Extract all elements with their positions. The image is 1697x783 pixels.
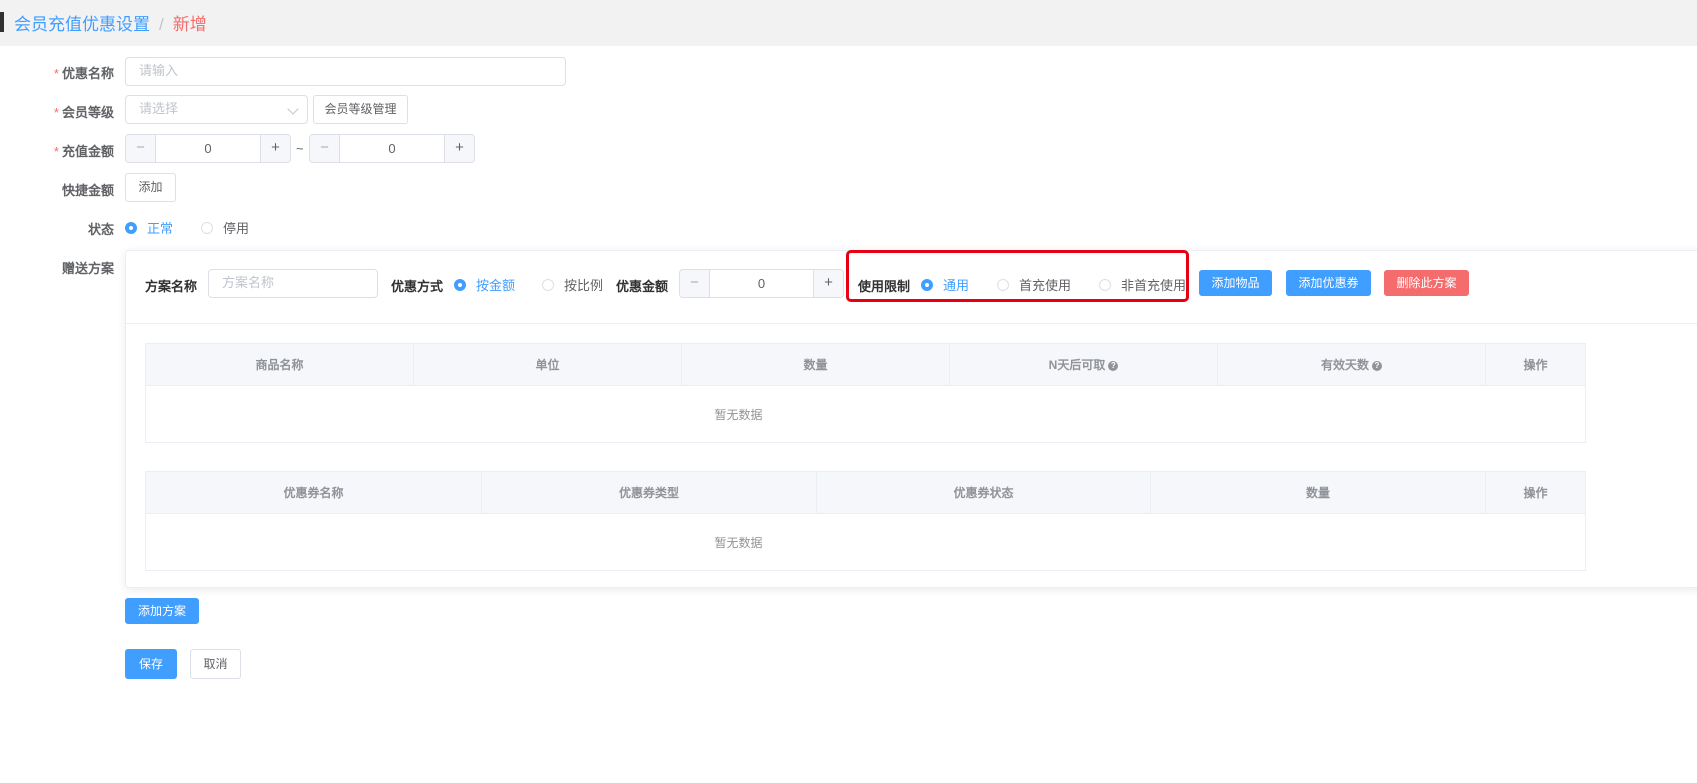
breadcrumb-separator: / (159, 15, 164, 34)
recharge-amount-label: * 充值金额 (53, 144, 114, 159)
mode-radio-ratio[interactable]: 按比例 (542, 275, 603, 294)
range-separator: ~ (296, 141, 304, 156)
table-empty-row: 暂无数据 (145, 513, 1586, 571)
member-level-select[interactable]: 请选择 (125, 95, 308, 124)
column-header: 单位 (413, 343, 682, 386)
member-level-label: * 会员等级 (53, 105, 114, 120)
breadcrumb-parent[interactable]: 会员充值优惠设置 (14, 15, 150, 34)
question-icon[interactable]: ? (1108, 360, 1119, 371)
column-header: N天后可取? (949, 343, 1218, 386)
empty-text: 暂无数据 (145, 513, 1586, 571)
column-header: 有效天数? (1217, 343, 1486, 386)
column-header: 优惠券类型 (481, 471, 817, 514)
plus-icon[interactable]: + (260, 135, 290, 162)
column-header: 操作 (1485, 343, 1586, 386)
items-table: 商品名称 单位 数量 N天后可取? 有效天数? 操作 暂无数据 (145, 343, 1586, 443)
plan-name-input[interactable]: 方案名称 (208, 269, 378, 298)
delete-plan-button[interactable]: 删除此方案 (1384, 270, 1469, 296)
add-plan-button[interactable]: 添加方案 (125, 598, 199, 624)
discount-amount-label: 优惠金额 (616, 279, 669, 294)
save-button[interactable]: 保存 (125, 649, 177, 679)
column-header: 数量 (1150, 471, 1486, 514)
radio-unchecked-icon (542, 278, 554, 291)
discount-mode-label: 优惠方式 (391, 279, 444, 294)
recharge-min-stepper[interactable]: − 0 + (125, 134, 291, 163)
column-header: 数量 (681, 343, 950, 386)
recharge-max-stepper[interactable]: − 0 + (309, 134, 475, 163)
add-item-button[interactable]: 添加物品 (1199, 270, 1272, 296)
chevron-down-icon (287, 103, 299, 115)
discount-name-label: * 优惠名称 (53, 66, 114, 81)
discount-name-input[interactable]: 请输入 (125, 57, 566, 86)
column-header: 优惠券名称 (145, 471, 482, 514)
status-radio-normal[interactable]: 正常 (125, 218, 173, 237)
radio-checked-icon (454, 278, 466, 291)
quick-amount-label: 快捷金额 (61, 183, 114, 198)
title-marker (0, 12, 4, 32)
header-bar: 会员充值优惠设置 / 新增 (0, 0, 1697, 46)
add-coupon-button[interactable]: 添加优惠券 (1286, 270, 1371, 296)
column-header: 优惠券状态 (816, 471, 1151, 514)
plus-icon[interactable]: + (444, 135, 474, 162)
breadcrumb: 会员充值优惠设置 / 新增 (14, 10, 207, 35)
recharge-min-value[interactable]: 0 (156, 135, 260, 162)
discount-amount-value[interactable]: 0 (710, 270, 813, 297)
radio-unchecked-icon (201, 221, 213, 234)
items-table-header: 商品名称 单位 数量 N天后可取? 有效天数? 操作 (145, 343, 1586, 386)
coupons-table-header: 优惠券名称 优惠券类型 优惠券状态 数量 操作 (145, 471, 1586, 514)
member-level-manage-button[interactable]: 会员等级管理 (313, 95, 408, 124)
minus-icon[interactable]: − (126, 135, 156, 162)
status-radio-disabled[interactable]: 停用 (201, 218, 249, 237)
minus-icon[interactable]: − (310, 135, 340, 162)
quick-amount-add-button[interactable]: 添加 (125, 173, 176, 202)
column-header: 商品名称 (145, 343, 414, 386)
recharge-max-value[interactable]: 0 (340, 135, 444, 162)
empty-text: 暂无数据 (145, 385, 1586, 443)
usage-limit-highlight (846, 250, 1189, 302)
table-empty-row: 暂无数据 (145, 385, 1586, 443)
card-divider (126, 323, 1697, 324)
plus-icon[interactable]: + (813, 270, 843, 297)
column-header: 操作 (1485, 471, 1586, 514)
breadcrumb-current: 新增 (172, 15, 207, 34)
cancel-button[interactable]: 取消 (190, 649, 241, 679)
status-label: 状态 (87, 222, 114, 237)
plan-name-label: 方案名称 (145, 279, 198, 294)
minus-icon[interactable]: − (680, 270, 710, 297)
question-icon[interactable]: ? (1372, 360, 1382, 371)
radio-checked-icon (125, 221, 137, 234)
mode-radio-amount[interactable]: 按金额 (454, 275, 515, 294)
coupons-table: 优惠券名称 优惠券类型 优惠券状态 数量 操作 暂无数据 (145, 471, 1586, 571)
gift-plan-label: 赠送方案 (61, 261, 114, 276)
discount-amount-stepper[interactable]: − 0 + (679, 269, 844, 298)
